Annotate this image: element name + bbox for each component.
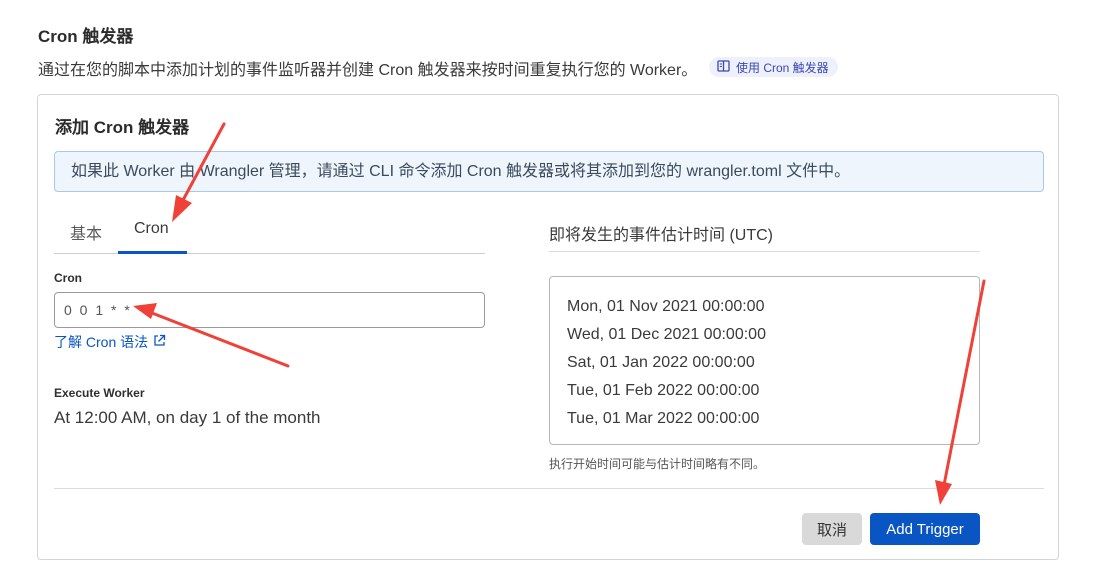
footer-divider — [54, 488, 1044, 489]
timing-hint: 执行开始时间可能与估计时间略有不同。 — [549, 457, 766, 471]
tab-cron[interactable]: Cron — [134, 220, 169, 238]
tab-basic[interactable]: 基本 — [70, 220, 102, 244]
page-title: Cron 触发器 — [38, 27, 134, 46]
active-tab-indicator — [118, 251, 187, 254]
upcoming-event-date: Wed, 01 Dec 2021 00:00:00 — [567, 326, 766, 343]
docs-link-label: 使用 Cron 触发器 — [736, 60, 829, 75]
external-link-icon — [153, 334, 166, 350]
execute-worker-label: Execute Worker — [54, 386, 145, 400]
cron-expression-input[interactable] — [54, 292, 485, 328]
execute-worker-description: At 12:00 AM, on day 1 of the month — [54, 408, 321, 427]
upcoming-event-date: Tue, 01 Mar 2022 00:00:00 — [567, 410, 760, 427]
upcoming-event-date: Tue, 01 Feb 2022 00:00:00 — [567, 382, 760, 399]
learn-cron-syntax-link[interactable]: 了解 Cron 语法 — [54, 332, 166, 352]
upcoming-event-date: Sat, 01 Jan 2022 00:00:00 — [567, 354, 755, 371]
wrangler-notice: 如果此 Worker 由 Wrangler 管理，请通过 CLI 命令添加 Cr… — [54, 151, 1044, 192]
learn-link-label: 了解 Cron 语法 — [54, 334, 149, 350]
docs-link-badge[interactable]: 使用 Cron 触发器 — [709, 57, 838, 77]
cron-field-label: Cron — [54, 271, 82, 285]
upcoming-divider — [549, 251, 980, 252]
book-icon — [717, 59, 730, 75]
upcoming-events-list: Mon, 01 Nov 2021 00:00:00 Wed, 01 Dec 20… — [549, 276, 980, 445]
cancel-button[interactable]: 取消 — [802, 513, 862, 545]
card-title: 添加 Cron 触发器 — [55, 118, 190, 137]
page-description: 通过在您的脚本中添加计划的事件监听器并创建 Cron 触发器来按时间重复执行您的… — [38, 62, 698, 79]
add-trigger-button[interactable]: Add Trigger — [870, 513, 980, 545]
upcoming-events-title: 即将发生的事件估计时间 (UTC) — [549, 227, 773, 244]
upcoming-event-date: Mon, 01 Nov 2021 00:00:00 — [567, 298, 765, 315]
